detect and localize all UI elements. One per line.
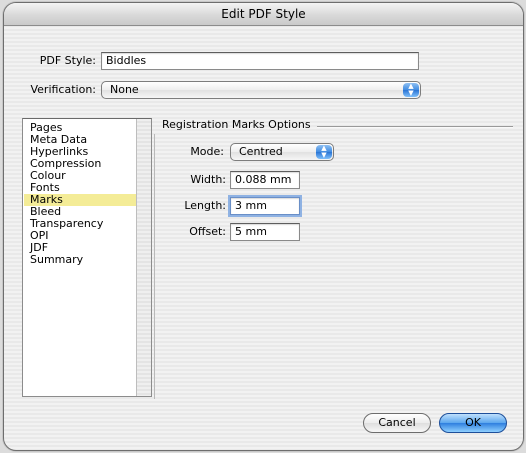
cancel-button[interactable]: Cancel	[363, 413, 431, 433]
mode-value: Centred	[239, 145, 283, 158]
verification-label: Verification:	[30, 83, 96, 96]
length-input[interactable]: 3 mm	[230, 197, 300, 215]
length-label: Length:	[184, 199, 226, 212]
mode-label: Mode:	[190, 145, 224, 158]
updown-arrows-icon: ▲ ▼	[316, 145, 332, 159]
offset-label: Offset:	[189, 225, 226, 238]
settings-category-list[interactable]: Pages Meta Data Hyperlinks Compression C…	[22, 118, 152, 397]
width-input[interactable]: 0.088 mm	[230, 171, 300, 189]
width-label: Width:	[190, 173, 226, 186]
ok-button[interactable]: OK	[439, 413, 507, 433]
edit-pdf-style-dialog: Edit PDF Style PDF Style: Biddles Verifi…	[3, 2, 524, 451]
list-scrollbar[interactable]	[136, 119, 151, 396]
group-divider	[317, 126, 513, 128]
mode-popup[interactable]: Centred ▲ ▼	[230, 143, 334, 161]
window-title: Edit PDF Style	[221, 7, 306, 21]
offset-input[interactable]: 5 mm	[230, 223, 300, 241]
pdf-style-label: PDF Style:	[39, 54, 96, 67]
group-left-border	[154, 134, 155, 399]
registration-group-title: Registration Marks Options	[162, 118, 311, 131]
verification-popup[interactable]: None ▲ ▼	[101, 81, 421, 99]
updown-arrows-icon: ▲ ▼	[403, 83, 419, 97]
pdf-style-input[interactable]: Biddles	[101, 52, 419, 70]
list-item-summary[interactable]: Summary	[24, 254, 138, 266]
verification-value: None	[110, 83, 139, 96]
title-bar: Edit PDF Style	[4, 3, 523, 26]
